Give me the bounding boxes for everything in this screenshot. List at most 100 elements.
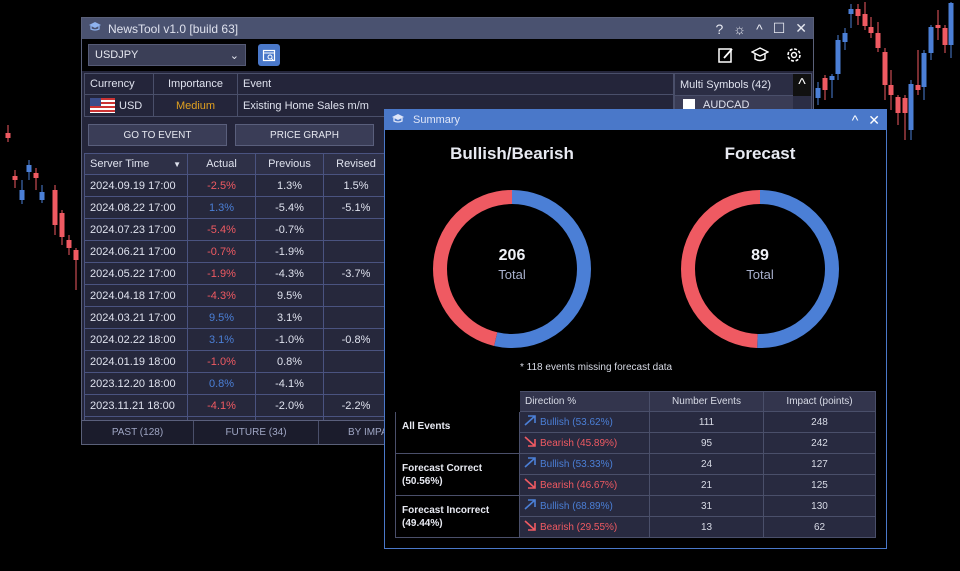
collapse-caret-icon[interactable]: ^ [852,112,859,129]
table-row[interactable]: 2024.05.22 17:00 -1.9% -4.3% -3.7% [84,263,389,285]
previous-cell: -4.1% [256,373,324,395]
candle-body [26,165,32,172]
help-icon[interactable]: ? [715,21,723,37]
table-row[interactable]: 2024.04.18 17:00 -4.3% 9.5% [84,285,389,307]
previous-cell: 0.8% [256,351,324,373]
candle-body [829,76,835,80]
stats-row: Bullish (53.62%) 111 248 [520,412,876,433]
direction-label: Bullish (53.33%) [540,458,613,470]
impact-cell: 248 [764,412,876,433]
titlebar[interactable]: NewsTool v1.0 [build 63] ? ☼ ^ ☐ ✕ [82,18,813,39]
stats-header-spacer [395,391,520,412]
number-events-cell: 31 [650,496,764,517]
multi-symbols-header: Multi Symbols (42) [675,74,811,96]
graduation-cap-icon [88,21,102,36]
edit-icon[interactable] [717,46,735,64]
desktop: NewsTool v1.0 [build 63] ? ☼ ^ ☐ ✕ USDJP… [0,0,960,571]
table-row[interactable]: 2024.03.21 17:00 9.5% 3.1% [84,307,389,329]
close-icon[interactable]: ✕ [795,20,807,37]
revised-cell [324,351,389,373]
table-row[interactable]: 2024.01.19 18:00 -1.0% 0.8% [84,351,389,373]
gear-icon[interactable] [785,46,803,64]
table-header-row: Server Time ▼ Actual Previous Revised [84,153,389,175]
candle-body [822,78,828,90]
currency-value: USD [119,99,143,112]
sort-down-icon: ▼ [173,159,181,169]
server-time-cell: 2024.05.22 17:00 [84,263,188,285]
arrow-down-right-icon [524,436,540,450]
symbol-select-value: USDJPY [95,49,139,61]
direction-label: Bullish (68.89%) [540,500,613,512]
summary-title: Summary [413,114,461,126]
price-graph-button[interactable]: PRICE GRAPH [235,124,374,146]
table-row[interactable]: 2024.08.22 17:00 1.3% -5.4% -5.1% [84,197,389,219]
direction-label: Bearish (45.89%) [540,437,618,449]
summary-titlebar[interactable]: Summary ^ ✕ [385,110,886,130]
calendar-search-button[interactable] [258,44,280,66]
scroll-up-button[interactable]: ^ [793,74,811,96]
column-header-revised[interactable]: Revised [324,153,389,175]
candle-body [19,190,25,200]
stats-group: Forecast Incorrect (49.44%) Bullish (68.8… [395,496,876,538]
column-header-server-time[interactable]: Server Time ▼ [84,153,188,175]
revised-cell: -3.7% [324,263,389,285]
candle-body [921,53,927,87]
stats-header-row: Direction % Number Events Impact (points… [395,391,876,412]
candle-body [52,190,58,225]
go-to-event-button[interactable]: GO TO EVENT [88,124,227,146]
summary-window: Summary ^ ✕ Bullish/Bearish Forecast 206… [384,109,887,549]
tab-future[interactable]: FUTURE (34) [194,421,319,444]
column-header-importance: Importance [154,73,238,95]
server-time-cell: 2024.04.18 17:00 [84,285,188,307]
tab-past[interactable]: PAST (128) [82,421,194,444]
revised-cell: 1.5% [324,175,389,197]
missing-forecast-note: * 118 events missing forecast data [520,362,673,373]
column-header-event: Event [238,73,674,95]
arrow-up-right-icon [524,499,540,513]
candle-body [5,133,11,138]
candle-body [12,176,18,180]
close-icon[interactable]: ✕ [868,112,880,129]
minimize-caret-icon[interactable]: ^ [756,21,763,37]
previous-cell: 3.1% [256,307,324,329]
direction-label: Bullish (53.62%) [540,416,613,428]
column-header-previous[interactable]: Previous [256,153,324,175]
group-label: Forecast Correct (50.56%) [395,454,520,496]
candle-body [942,28,948,45]
column-header-actual[interactable]: Actual [188,153,256,175]
total-value: 206 [498,247,526,264]
actual-cell: 3.1% [188,329,256,351]
revised-cell: -0.8% [324,329,389,351]
server-time-cell: 2024.02.22 18:00 [84,329,188,351]
candle-body [59,213,65,237]
actual-cell: 0.8% [188,373,256,395]
graduation-cap-icon[interactable] [751,46,769,64]
number-events-cell: 24 [650,454,764,475]
group-label: Forecast Incorrect (49.44%) [395,496,520,538]
candle-body [835,40,841,74]
candle-body [868,27,874,33]
table-row[interactable]: 2024.06.21 17:00 -0.7% -1.9% [84,241,389,263]
impact-cell: 127 [764,454,876,475]
number-events-cell: 111 [650,412,764,433]
history-table: Server Time ▼ Actual Previous Revised 202… [84,153,389,423]
previous-cell: 9.5% [256,285,324,307]
table-row[interactable]: 2024.07.23 17:00 -5.4% -0.7% [84,219,389,241]
candle-body [902,98,908,113]
actual-cell: -2.5% [188,175,256,197]
candle-body [915,85,921,90]
table-row[interactable]: 2024.02.22 18:00 3.1% -1.0% -0.8% [84,329,389,351]
server-time-cell: 2024.08.22 17:00 [84,197,188,219]
symbol-select[interactable]: USDJPY ⌄ [88,44,246,66]
table-row[interactable]: 2023.12.20 18:00 0.8% -4.1% [84,373,389,395]
forecast-title: Forecast [724,144,796,163]
candle-body [888,85,894,95]
theme-sun-icon[interactable]: ☼ [733,21,746,37]
direction-cell: Bearish (45.89%) [520,433,650,454]
previous-cell: -2.0% [256,395,324,417]
candle-body [66,240,72,248]
table-row[interactable]: 2023.11.21 18:00 -4.1% -2.0% -2.2% [84,395,389,417]
arrow-down-right-icon [524,478,540,492]
maximize-icon[interactable]: ☐ [773,20,786,37]
table-row[interactable]: 2024.09.19 17:00 -2.5% 1.3% 1.5% [84,175,389,197]
